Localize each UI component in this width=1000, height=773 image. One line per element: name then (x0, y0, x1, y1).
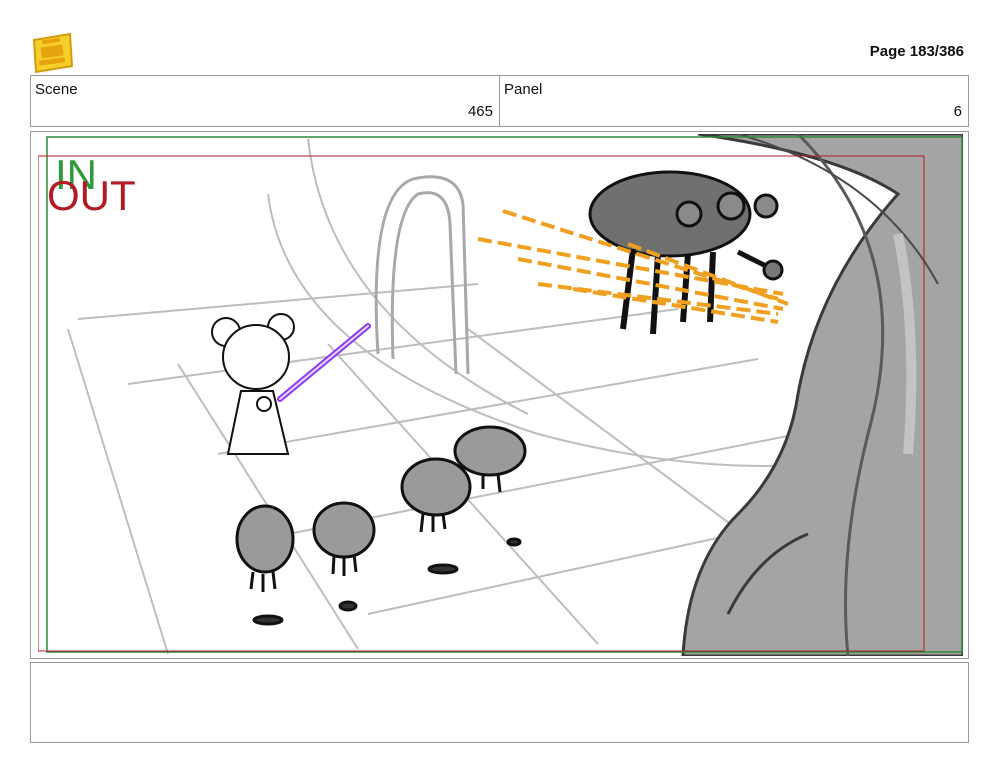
lightsaber (277, 323, 371, 402)
young-jedi-adventures-logo (32, 32, 74, 74)
walker-droid (588, 170, 784, 335)
jellyfish-creatures (235, 425, 527, 626)
scene-value: 465 (467, 103, 493, 120)
scene-panel-info: Scene 465 Panel 6 (30, 75, 969, 127)
scene-cell: Scene 465 (31, 76, 499, 126)
storyboard-drawing: IN OUT (38, 134, 963, 656)
panel-value: 6 (953, 103, 962, 120)
page-number: Page 183/386 (869, 43, 964, 60)
panel-cell: Panel 6 (499, 76, 968, 126)
scene-label: Scene (35, 81, 78, 98)
panel-notes-box (30, 662, 969, 743)
panel-label: Panel (504, 81, 543, 98)
jedi-character (211, 313, 295, 455)
storyboard-panel: IN OUT (30, 131, 969, 659)
out-label: OUT (47, 172, 136, 219)
